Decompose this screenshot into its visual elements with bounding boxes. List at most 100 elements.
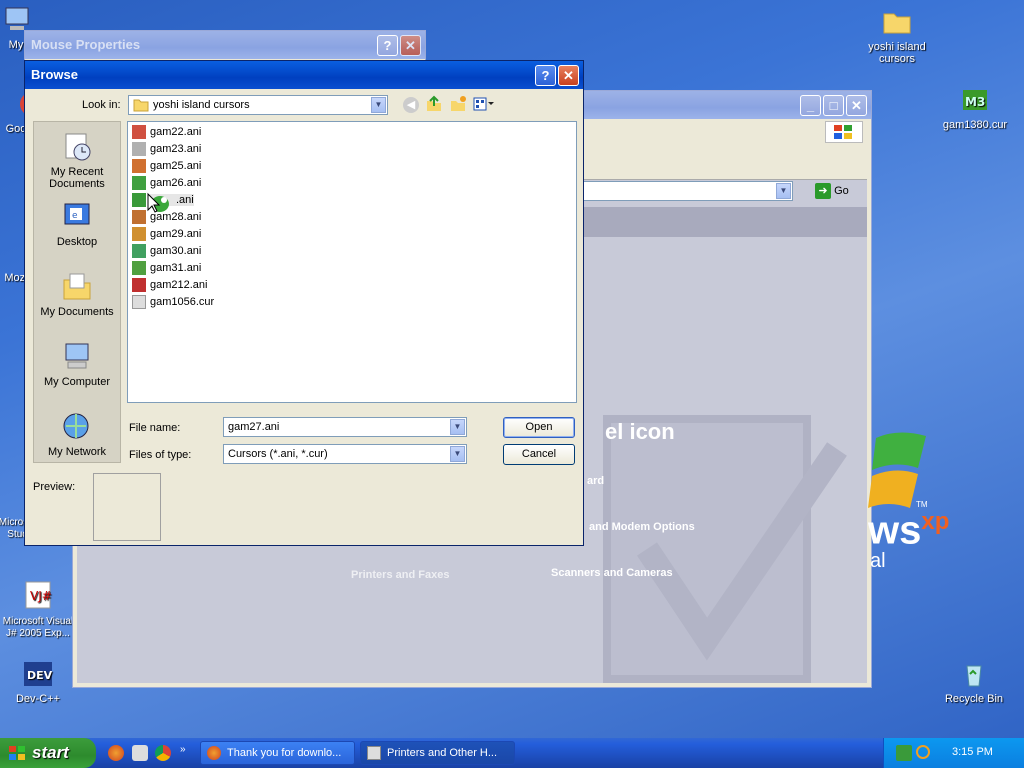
- chrome-quicklaunch-icon[interactable]: [155, 745, 171, 761]
- my-documents-icon: [63, 273, 91, 300]
- close-button[interactable]: ✕: [400, 35, 421, 56]
- animated-cursor-icon: [132, 278, 146, 293]
- my-computer-icon: [65, 343, 89, 369]
- help-button[interactable]: ?: [535, 65, 556, 86]
- folder-icon: [133, 99, 149, 112]
- view-menu-button[interactable]: [473, 97, 495, 114]
- animated-cursor-icon: [132, 142, 146, 157]
- desktop-icon-label: My: [8, 39, 24, 51]
- windows-flag-icon: [9, 746, 25, 760]
- animated-cursor-icon: [132, 210, 146, 225]
- list-item[interactable]: gam22.ani: [132, 124, 201, 141]
- file-type-label: Files of type:: [129, 449, 192, 461]
- chevron-down-icon[interactable]: ▼: [450, 446, 465, 462]
- desktop-icon-recycle-bin[interactable]: Recycle Bin: [934, 658, 1014, 705]
- animated-cursor-icon: [132, 227, 146, 242]
- back-arrow-icon: ◀: [406, 99, 416, 111]
- watermark-checkmark: [603, 415, 847, 683]
- chevron-down-icon[interactable]: ▼: [776, 183, 791, 199]
- place-recent-documents[interactable]: My Recent Documents: [34, 130, 120, 190]
- go-arrow-icon: ➜: [815, 183, 831, 200]
- browse-dialog: Browse ? ✕ Look in: yoshi island cursors…: [24, 60, 584, 546]
- look-in-dropdown[interactable]: yoshi island cursors ▼: [128, 95, 388, 115]
- go-button[interactable]: ➜ Go: [815, 181, 863, 201]
- list-item[interactable]: gam26.ani: [132, 175, 201, 192]
- place-my-documents[interactable]: My Documents: [34, 270, 120, 318]
- dev-cpp-icon: DEV: [24, 662, 53, 686]
- firefox-quicklaunch-icon[interactable]: [108, 745, 124, 761]
- chevron-down-icon[interactable]: ▼: [371, 97, 386, 113]
- chevron-icon[interactable]: »: [180, 744, 186, 755]
- network-tray-icon[interactable]: [896, 745, 912, 761]
- maximize-button[interactable]: □: [823, 95, 844, 116]
- desktop-icon-visual-j-sharp[interactable]: VJ# Microsoft Visual J# 2005 Exp...: [0, 580, 78, 639]
- back-button[interactable]: ◀: [403, 97, 419, 113]
- folder-icon: [883, 13, 911, 34]
- up-folder-button[interactable]: [425, 95, 443, 116]
- open-button[interactable]: Open: [503, 417, 575, 438]
- animated-cursor-icon: [132, 244, 146, 259]
- file-name-combobox[interactable]: gam27.ani ▼: [223, 417, 467, 437]
- address-bar[interactable]: ▼: [577, 181, 793, 201]
- list-item[interactable]: gam23.ani: [132, 141, 201, 158]
- file-type-dropdown[interactable]: Cursors (*.ani, *.cur) ▼: [223, 444, 467, 464]
- list-item[interactable]: gam212.ani: [132, 277, 208, 294]
- up-folder-icon: [427, 95, 441, 111]
- animated-cursor-icon: [132, 261, 146, 276]
- task-add-hardware[interactable]: ard: [587, 475, 604, 487]
- task-phone-modem[interactable]: and Modem Options: [589, 521, 695, 533]
- place-my-network[interactable]: My Network: [34, 410, 120, 458]
- cursor-file-icon: [132, 295, 146, 310]
- taskbar-item-printers[interactable]: Printers and Other H...: [360, 741, 515, 765]
- mouse-properties-titlebar[interactable]: Mouse Properties ? ✕: [25, 31, 425, 59]
- place-desktop[interactable]: e Desktop: [34, 200, 120, 248]
- task-scanners-cameras[interactable]: Scanners and Cameras: [551, 567, 673, 579]
- xp-logo-sub: al: [870, 550, 886, 572]
- desktop-icon: e: [64, 203, 90, 225]
- control-panel-icon: [367, 746, 381, 760]
- svg-text:VJ#: VJ#: [30, 589, 52, 603]
- help-button[interactable]: ?: [377, 35, 398, 56]
- desktop-icon-label: Microsoft Visual J# 2005 Exp...: [2, 616, 74, 639]
- task-printers-faxes[interactable]: Printers and Faxes: [351, 569, 449, 581]
- start-button[interactable]: start: [0, 738, 96, 768]
- animated-cursor-icon: [132, 125, 146, 140]
- recent-documents-icon: [65, 133, 91, 161]
- list-item[interactable]: gam1056.cur: [132, 294, 214, 311]
- window-title: Browse: [31, 67, 78, 82]
- browser-quicklaunch-icon[interactable]: [132, 745, 148, 761]
- list-item[interactable]: gam25.ani: [132, 158, 201, 175]
- list-item[interactable]: gam31.ani: [132, 260, 201, 277]
- new-folder-button[interactable]: [449, 95, 467, 116]
- svg-text:DEV: DEV: [27, 669, 53, 682]
- firefox-icon: [207, 746, 221, 760]
- animated-cursor-icon: [132, 159, 146, 174]
- browse-titlebar[interactable]: Browse ? ✕: [25, 61, 583, 89]
- recycle-bin-icon: [966, 665, 982, 687]
- desktop-icon-dev-cpp[interactable]: DEV Dev-C++: [0, 658, 78, 705]
- desktop-icon-label: yoshi island cursors: [868, 41, 926, 65]
- view-menu-icon: [473, 97, 494, 111]
- file-list[interactable]: gam22.ani gam23.ani gam25.ani gam26.ani …: [127, 121, 577, 403]
- cursor-file-icon: M3: [963, 90, 987, 110]
- preview-box: [93, 473, 161, 541]
- minimize-button[interactable]: _: [800, 95, 821, 116]
- desktop-icon-gam1380[interactable]: M3 gam1380.cur: [935, 84, 1015, 131]
- desktop-icon-yoshi-folder[interactable]: yoshi island cursors: [857, 6, 937, 65]
- yoshi-cursor-icon: [147, 192, 169, 213]
- file-name-label: File name:: [129, 422, 181, 434]
- clock[interactable]: 3:15 PM: [952, 746, 993, 758]
- list-item[interactable]: gam29.ani: [132, 226, 201, 243]
- visual-j-sharp-icon: VJ#: [25, 581, 52, 609]
- chevron-down-icon[interactable]: ▼: [450, 419, 465, 435]
- search-tray-icon[interactable]: [916, 745, 930, 759]
- place-my-computer[interactable]: My Computer: [34, 340, 120, 388]
- close-button[interactable]: ✕: [846, 95, 867, 116]
- list-item[interactable]: gam30.ani: [132, 243, 201, 260]
- cancel-button[interactable]: Cancel: [503, 444, 575, 465]
- panel-heading: el icon: [605, 419, 675, 444]
- close-button[interactable]: ✕: [558, 65, 579, 86]
- window-title: Mouse Properties: [31, 37, 141, 52]
- taskbar-item-firefox[interactable]: Thank you for downlo...: [200, 741, 355, 765]
- preview-label: Preview:: [33, 481, 76, 493]
